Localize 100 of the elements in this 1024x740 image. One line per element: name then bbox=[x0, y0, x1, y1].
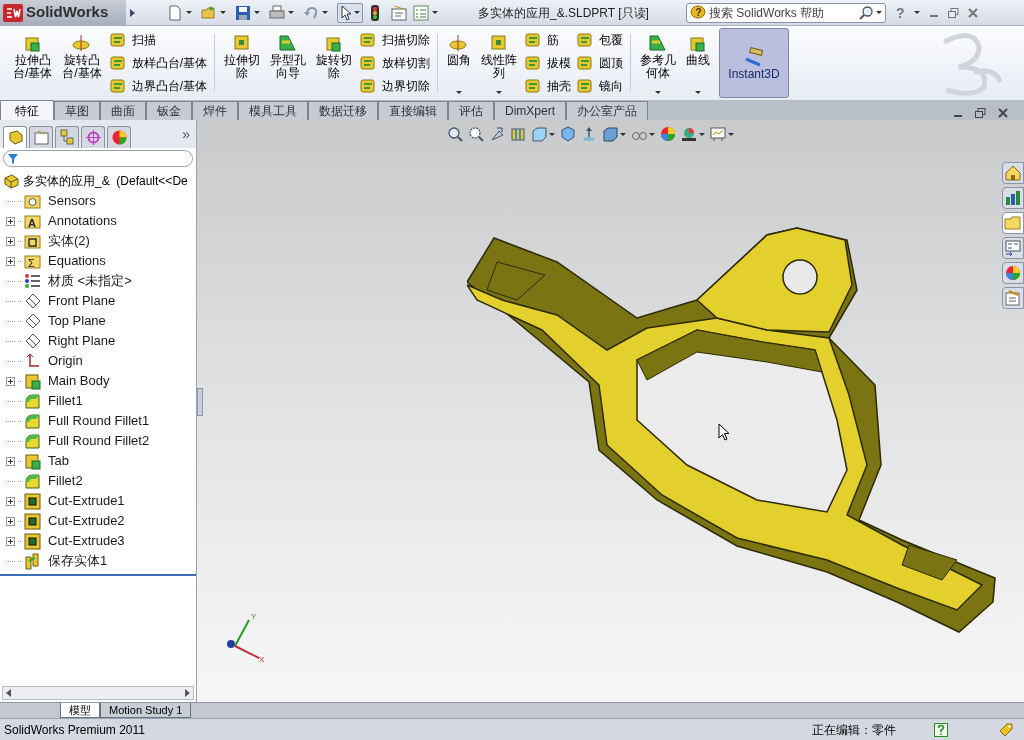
scene-icon[interactable] bbox=[681, 126, 697, 142]
tree-item[interactable]: Cut-Extrude2 bbox=[48, 511, 125, 531]
tree-item[interactable]: Full Round Fillet2 bbox=[48, 431, 150, 451]
ribbon-tool-button[interactable]: 拉伸凸 台/基体 bbox=[8, 26, 58, 100]
help-search-field[interactable]: ? 搜索 SolidWorks 帮助 bbox=[686, 2, 886, 23]
ribbon-tool-button[interactable]: 异型孔 向导 bbox=[265, 26, 312, 100]
help-icon[interactable] bbox=[934, 722, 948, 737]
ribbon-tool-button[interactable]: 拉伸切 除 bbox=[219, 26, 266, 100]
restore-icon[interactable] bbox=[947, 7, 959, 18]
ribbon-tool-button[interactable]: 放样凸台/基体 bbox=[109, 54, 208, 72]
more-tabs-button[interactable]: » bbox=[182, 124, 193, 148]
tree-item[interactable]: Fillet1 bbox=[48, 391, 83, 411]
ribbon-tool-button[interactable]: 边界凸台/基体 bbox=[109, 77, 208, 96]
task-pane-tab[interactable] bbox=[1002, 162, 1024, 184]
panel-tab[interactable] bbox=[107, 126, 131, 148]
expand-plus-icon[interactable] bbox=[6, 456, 15, 466]
ribbon-tool-button[interactable]: 拔模 bbox=[525, 54, 572, 72]
ribbon-tool-button[interactable]: 镜向 bbox=[577, 77, 624, 96]
ribbon-tab[interactable]: 办公室产品 bbox=[566, 101, 648, 120]
dropdown-caret-icon[interactable] bbox=[254, 11, 260, 14]
ribbon-tab[interactable]: 评估 bbox=[448, 101, 494, 120]
ribbon-tool-button[interactable]: 抽壳 bbox=[525, 77, 572, 96]
ribbon-tab[interactable]: 模具工具 bbox=[238, 101, 308, 120]
expand-plus-icon[interactable] bbox=[6, 376, 15, 386]
ribbon-tab[interactable]: DimXpert bbox=[494, 101, 566, 120]
tree-item[interactable]: Fillet2 bbox=[48, 471, 83, 491]
appearance-ball-icon[interactable] bbox=[660, 126, 676, 142]
tree-item[interactable]: Main Body bbox=[48, 371, 110, 391]
panel-tab[interactable] bbox=[55, 126, 79, 148]
ribbon-tab[interactable]: 焊件 bbox=[192, 101, 238, 120]
ribbon-tool-button[interactable]: 筋 bbox=[525, 30, 572, 49]
cube-icon[interactable] bbox=[560, 126, 576, 142]
ribbon-tool-button[interactable]: 放样切割 bbox=[360, 54, 431, 72]
ribbon-tab[interactable]: 钣金 bbox=[146, 101, 192, 120]
dropdown-caret-icon[interactable] bbox=[432, 11, 438, 14]
tree-item[interactable]: 多实体的应用_& (Default<<De bbox=[23, 172, 188, 190]
dropdown-caret-icon[interactable] bbox=[549, 132, 555, 136]
tree-item[interactable]: Right Plane bbox=[48, 331, 116, 351]
ribbon-tool-button[interactable]: Instant3D bbox=[719, 28, 790, 98]
dropdown-caret-icon[interactable] bbox=[322, 11, 328, 14]
expand-plus-icon[interactable] bbox=[6, 256, 15, 266]
task-pane-tab[interactable] bbox=[1002, 262, 1024, 284]
dropdown-caret-icon[interactable] bbox=[220, 11, 226, 14]
horizontal-scrollbar[interactable] bbox=[2, 686, 194, 700]
save-icon[interactable] bbox=[235, 4, 251, 21]
tree-item[interactable]: Equations bbox=[48, 251, 106, 271]
task-pane-tab[interactable] bbox=[1002, 212, 1024, 234]
panel-tab[interactable] bbox=[81, 126, 105, 148]
ribbon-tab[interactable]: 直接编辑 bbox=[378, 101, 448, 120]
dropdown-caret-icon[interactable] bbox=[186, 11, 192, 14]
ribbon-tool-button[interactable]: 扫描 bbox=[109, 30, 208, 49]
filter-field[interactable] bbox=[3, 150, 193, 167]
tree-item[interactable]: 材质 <未指定> bbox=[48, 271, 132, 291]
zoom-to-area-icon[interactable] bbox=[468, 126, 484, 142]
tree-item[interactable]: Cut-Extrude1 bbox=[48, 491, 125, 511]
dropdown-caret-icon[interactable] bbox=[699, 132, 705, 136]
task-pane-tab[interactable] bbox=[1002, 237, 1024, 259]
tree-item[interactable]: Top Plane bbox=[48, 311, 106, 331]
tree-item[interactable]: Sensors bbox=[48, 191, 96, 211]
view-orientation-icon[interactable] bbox=[531, 126, 547, 142]
view-settings-icon[interactable] bbox=[710, 126, 726, 142]
expand-plus-icon[interactable] bbox=[6, 496, 15, 506]
help-button[interactable]: ? bbox=[896, 5, 905, 20]
ribbon-tool-button[interactable]: 旋转凸 台/基体 bbox=[57, 26, 107, 100]
ribbon-tool-button[interactable]: 包覆 bbox=[577, 30, 624, 49]
tree-item[interactable]: Origin bbox=[48, 351, 83, 371]
task-pane-tab[interactable] bbox=[1002, 287, 1024, 309]
ribbon-tool-button[interactable]: 曲线 bbox=[681, 26, 716, 100]
model-tab[interactable]: Motion Study 1 bbox=[100, 703, 192, 718]
previous-view-icon[interactable] bbox=[489, 126, 505, 142]
ribbon-tab[interactable]: 草图 bbox=[54, 101, 100, 120]
dropdown-caret-icon[interactable] bbox=[649, 132, 655, 136]
dropdown-caret-icon[interactable] bbox=[288, 11, 294, 14]
expand-menu-icon[interactable] bbox=[129, 7, 137, 18]
ribbon-tab[interactable]: 特征 bbox=[0, 100, 54, 120]
options-icon[interactable] bbox=[391, 4, 407, 21]
app-logo[interactable]: SolidWorks bbox=[0, 0, 126, 26]
restore-icon[interactable] bbox=[975, 108, 986, 118]
ribbon-tool-button[interactable]: 参考几 何体 bbox=[635, 26, 682, 100]
panel-tab[interactable] bbox=[3, 126, 27, 148]
ribbon-tool-button[interactable]: 旋转切 除 bbox=[311, 26, 358, 100]
expand-plus-icon[interactable] bbox=[6, 216, 15, 226]
ribbon-tab[interactable]: 数据迁移 bbox=[308, 101, 378, 120]
close-icon[interactable] bbox=[967, 7, 978, 18]
display-style-icon[interactable] bbox=[602, 126, 618, 142]
panel-splitter-handle[interactable] bbox=[197, 388, 203, 416]
expand-plus-icon[interactable] bbox=[6, 236, 15, 246]
ribbon-tool-button[interactable]: 边界切除 bbox=[360, 77, 431, 96]
close-icon[interactable] bbox=[998, 108, 1008, 118]
expand-plus-icon[interactable] bbox=[6, 536, 15, 546]
zoom-to-fit-icon[interactable] bbox=[447, 126, 463, 142]
ribbon-tool-button[interactable]: 线性阵 列 bbox=[476, 26, 523, 100]
ribbon-tool-button[interactable]: 圆顶 bbox=[577, 54, 624, 72]
tree-item[interactable]: 保存实体1 bbox=[48, 551, 108, 571]
model-tab[interactable]: 模型 bbox=[60, 703, 100, 718]
traffic-light-icon[interactable] bbox=[371, 4, 379, 21]
tree-item[interactable]: Cut-Extrude3 bbox=[48, 531, 125, 551]
ribbon-tab[interactable]: 曲面 bbox=[100, 101, 146, 120]
ribbon-tool-button[interactable]: 扫描切除 bbox=[360, 30, 431, 49]
tree-item[interactable]: Front Plane bbox=[48, 291, 116, 311]
